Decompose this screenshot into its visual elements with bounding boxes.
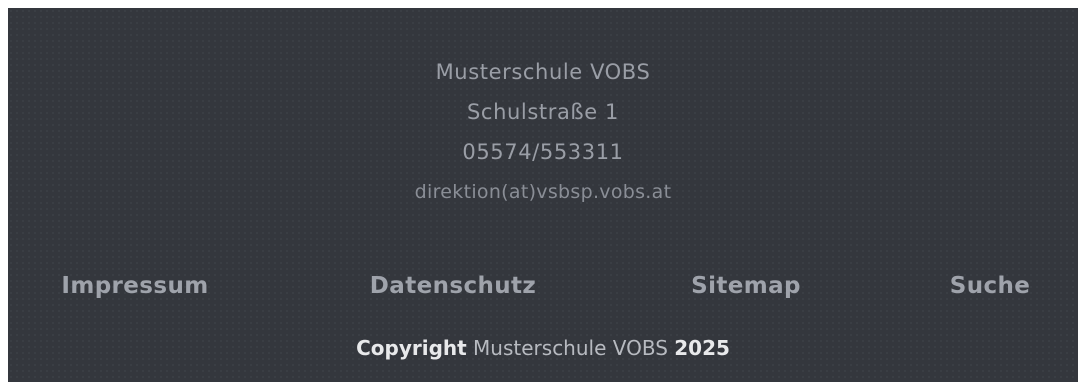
site-footer: Musterschule VOBS Schulstraße 1 05574/55… xyxy=(8,8,1078,382)
footer-link-suche[interactable]: Suche xyxy=(950,266,1031,306)
footer-link-datenschutz[interactable]: Datenschutz xyxy=(370,266,536,306)
street-address: Schulstraße 1 xyxy=(467,100,619,124)
copyright-prefix: Copyright xyxy=(356,336,467,360)
email-address: direktion(at)vsbsp.vobs.at xyxy=(414,181,672,203)
footer-nav: Impressum Datenschutz Sitemap Suche xyxy=(8,266,1078,306)
copyright-year: 2025 xyxy=(674,336,730,360)
copyright-notice: Copyright Musterschule VOBS 2025 xyxy=(8,328,1078,368)
footer-link-sitemap[interactable]: Sitemap xyxy=(691,266,801,306)
school-name: Musterschule VOBS xyxy=(435,60,651,84)
phone-number: 05574/553311 xyxy=(462,140,624,164)
footer-link-impressum[interactable]: Impressum xyxy=(61,266,208,306)
footer-address: Musterschule VOBS Schulstraße 1 05574/55… xyxy=(8,52,1078,212)
copyright-name: Musterschule VOBS xyxy=(473,336,668,360)
